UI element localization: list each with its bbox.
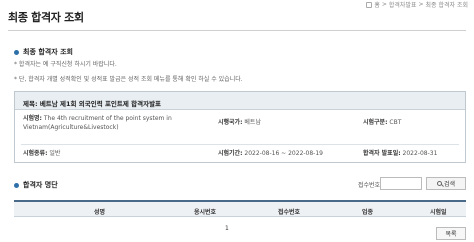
period-label: 시험기간: [218, 150, 243, 157]
type-value: 일반 [49, 150, 61, 157]
info-row-divider [21, 144, 459, 145]
type-cell: 시험종류: 일반 [23, 149, 60, 158]
exam-info-box: 제목: 베트남 제1회 외국인력 포인트제 합격자발표 시험명: The 4th… [14, 91, 466, 163]
breadcrumb: 홈 > 합격자발표 > 최종 합격자 조회 [366, 0, 468, 9]
column-header-exam-date: 시험일 [430, 209, 447, 216]
notice-line-2: * 단, 합격자 개별 성적확인 및 성적표 발급은 성적 조회 메뉴를 통해 … [14, 76, 243, 83]
exam-info-title: 제목: 베트남 제1회 외국인력 포인트제 합격자발표 [15, 92, 465, 110]
breadcrumb-announcement[interactable]: 합격자발표 [389, 0, 417, 9]
search-button-label: 검색 [443, 181, 456, 188]
search-icon [436, 181, 442, 186]
announce-label: 합격자 발표일: [363, 150, 401, 157]
division-cell: 시험구분: CBT [363, 118, 401, 127]
breadcrumb-home[interactable]: 홈 [374, 0, 380, 9]
division-label: 시험구분: [363, 119, 388, 126]
notice-line-1: * 합격자는 예 구직신청 하시기 바랍니다. [14, 61, 117, 68]
notice-text-2: 단, 합격자 개별 성적확인 및 성적표 발급은 성적 조회 메뉴를 통해 확인… [18, 76, 243, 83]
column-header-industry: 업종 [362, 209, 374, 216]
exam-name-label: 시험명: [23, 115, 42, 122]
list-button[interactable]: 목록 [436, 227, 466, 240]
pagination-page[interactable]: 1 [225, 225, 229, 232]
exam-name-value: The 4th recruitment of the point system … [23, 115, 172, 131]
column-header-name: 성명 [94, 209, 106, 216]
registration-number-input[interactable] [380, 177, 422, 190]
section-heading-text: 최종 합격자 조회 [23, 48, 73, 56]
country-cell: 시행국가: 베트남 [218, 118, 261, 127]
breadcrumb-current: 최종 합격자 조회 [425, 2, 468, 9]
period-value: 2022-08-16 ~ 2022-08-19 [244, 150, 323, 157]
title-divider [8, 30, 466, 31]
column-header-registration-number: 접수번호 [278, 209, 301, 216]
breadcrumb-separator: > [381, 1, 387, 8]
period-cell: 시험기간: 2022-08-16 ~ 2022-08-19 [218, 149, 323, 158]
home-icon[interactable] [366, 1, 373, 8]
page-title: 최종 합격자 조회 [8, 11, 84, 24]
section-heading-list: 합격자 명단 [14, 180, 58, 190]
breadcrumb-separator: > [418, 1, 424, 8]
bullet-icon [14, 49, 19, 55]
type-label: 시험종류: [23, 150, 48, 157]
country-label: 시행국가: [218, 119, 243, 126]
notice-text-1: 합격자는 예 구직신청 하시기 바랍니다. [18, 61, 117, 68]
country-value: 베트남 [244, 119, 261, 126]
bullet-icon [14, 182, 19, 188]
announce-value: 2022-08-31 [402, 150, 438, 157]
announce-cell: 합격자 발표일: 2022-08-31 [363, 149, 437, 158]
results-table-header: 성명 응시번호 접수번호 업종 시험일 [14, 200, 466, 217]
division-value: CBT [389, 119, 402, 126]
search-label: 접수번호: [358, 182, 383, 189]
exam-info-grid: 시험명: The 4th recruitment of the point sy… [23, 114, 457, 158]
section-heading-search: 최종 합격자 조회 [14, 47, 73, 57]
exam-name-cell: 시험명: The 4th recruitment of the point sy… [23, 114, 203, 132]
column-header-exam-number: 응시번호 [194, 209, 217, 216]
search-button[interactable]: 검색 [426, 177, 466, 190]
section-heading-text: 합격자 명단 [23, 181, 58, 189]
